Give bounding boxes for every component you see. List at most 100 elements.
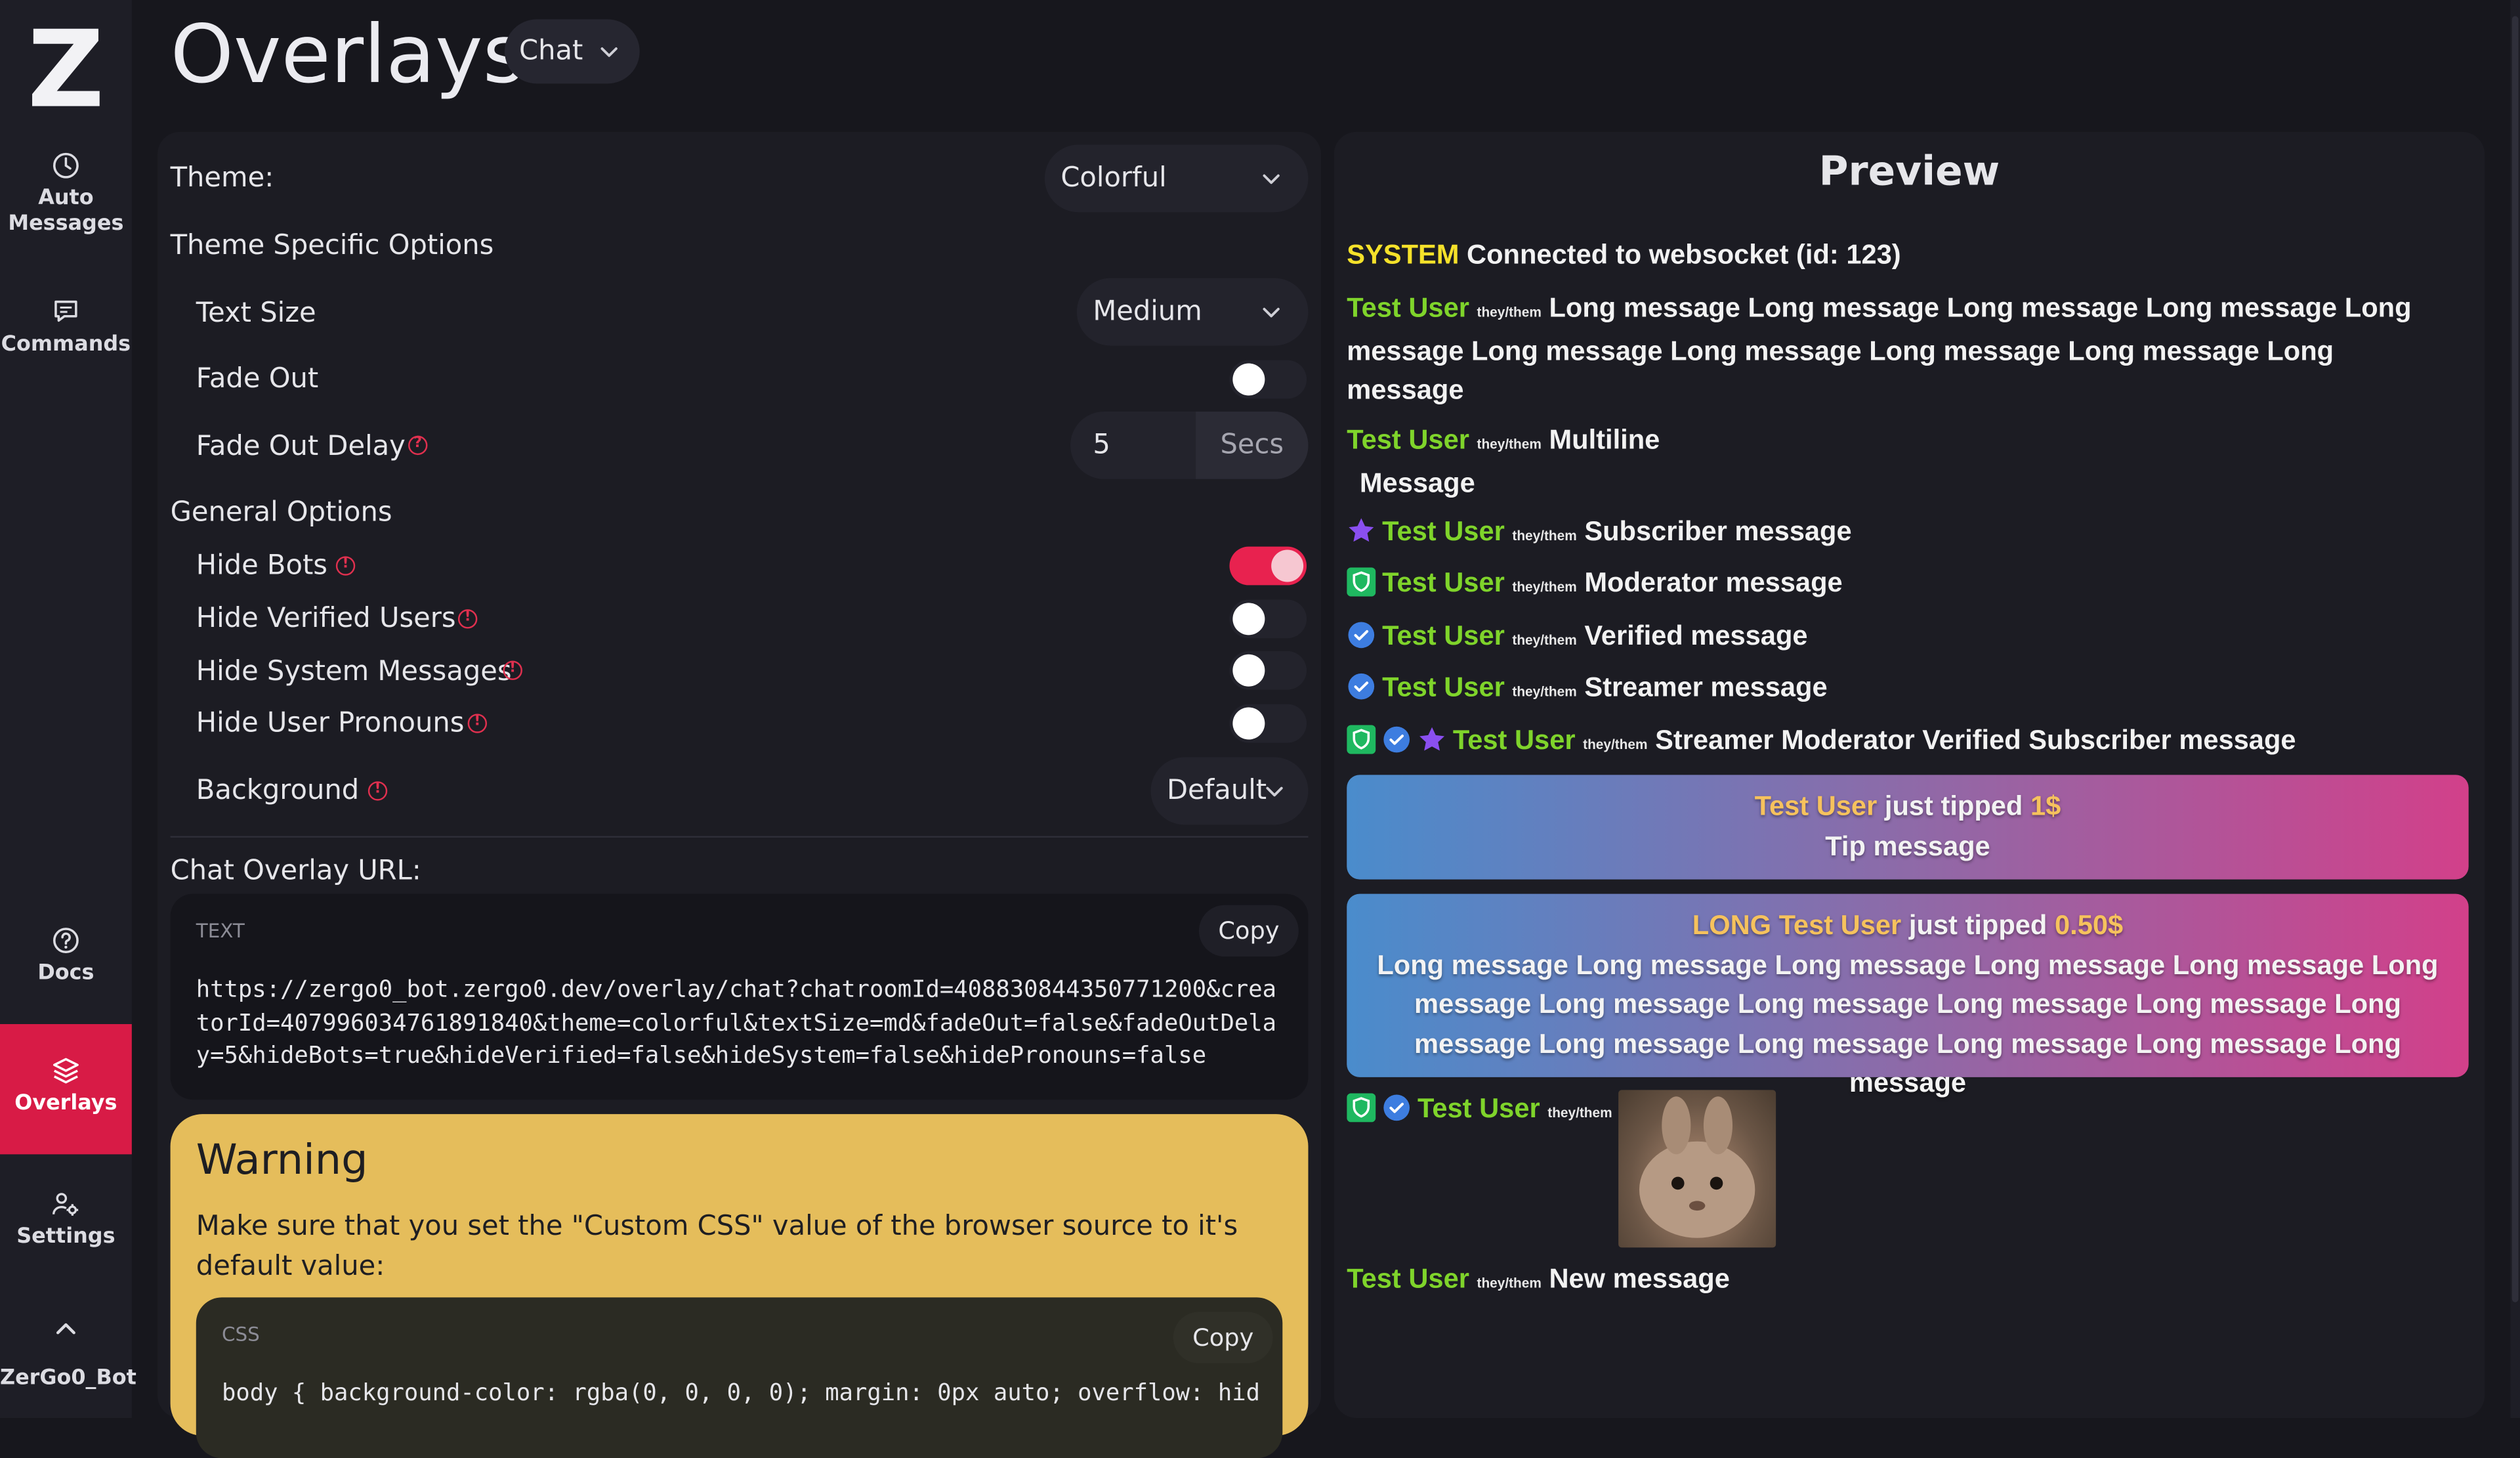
info-icon[interactable]: !	[503, 660, 522, 680]
verified-check-icon	[1348, 622, 1375, 649]
sidebar-item-auto-messages[interactable]: Auto Messages	[0, 151, 132, 238]
message-text: Subscriber message	[1584, 516, 1852, 547]
tip-text: Long message Long message Long message L…	[1377, 949, 2439, 1098]
subscriber-star-icon	[1349, 518, 1374, 542]
overlay-type-select[interactable]: Chat	[504, 19, 640, 84]
verified-check-icon	[1383, 726, 1410, 753]
chevron-down-icon	[1263, 307, 1280, 318]
pronouns: they/them	[1512, 578, 1577, 595]
verified-check-icon	[1348, 673, 1375, 700]
theme-select[interactable]: Colorful	[1044, 144, 1309, 213]
overlay-url-text[interactable]: https://zergo0_bot.zergo0.dev/overlay/ch…	[196, 974, 1289, 1073]
chevron-down-icon	[1266, 786, 1283, 797]
preview-panel: Preview SYSTEM Connected to websocket (i…	[1334, 131, 2485, 1419]
app-root: Z Auto Messages Commands Docs Overlays S…	[0, 0, 2520, 1458]
fade-out-delay-input[interactable]: 5	[1093, 412, 1110, 479]
chevron-up-icon	[56, 1323, 75, 1335]
pronouns: they/them	[1583, 736, 1648, 753]
copy-url-button[interactable]: Copy	[1198, 905, 1299, 957]
hide-pronouns-toggle[interactable]	[1229, 704, 1307, 743]
fade-out-toggle[interactable]	[1229, 360, 1307, 399]
copy-css-button[interactable]: Copy	[1173, 1312, 1273, 1363]
code-language-tag: TEXT	[196, 919, 245, 943]
username: Test User	[1382, 620, 1505, 651]
overlay-url-box: TEXT Copy https://zergo0_bot.zergo0.dev/…	[170, 893, 1309, 1100]
sidebar-item-commands[interactable]: Commands	[0, 297, 132, 358]
page-title: Overlays	[170, 8, 525, 102]
user-menu-toggle[interactable]	[0, 1315, 132, 1347]
sidebar-item-settings[interactable]: Settings	[0, 1190, 132, 1251]
chevron-down-icon	[1263, 174, 1280, 184]
subscriber-star-icon	[1419, 727, 1445, 751]
sidebar-item-overlays[interactable]: Overlays	[0, 1024, 132, 1155]
pronouns: they/them	[1512, 632, 1577, 648]
theme-value: Colorful	[1060, 162, 1167, 195]
username: Test User	[1452, 725, 1576, 756]
sidebar-item-docs[interactable]: Docs	[0, 926, 132, 987]
fade-out-delay-group: 5 Secs	[1070, 411, 1309, 479]
username: Test User	[1382, 567, 1505, 599]
chat-message-subscriber: Test User they/them Subscriber message	[1347, 513, 1852, 555]
message-text: Message	[1359, 467, 1475, 498]
sidebar-item-label: Commands	[1, 332, 131, 357]
css-code-text[interactable]: body { background-color: rgba(0, 0, 0, 0…	[222, 1381, 1260, 1407]
hide-verified-label: Hide Verified Users	[196, 603, 456, 635]
tip-amount: 1$	[2030, 790, 2061, 822]
message-text: Multiline	[1549, 424, 1660, 456]
info-icon[interactable]: ?	[408, 435, 428, 456]
pronouns: they/them	[1477, 435, 1542, 452]
username: Test User	[1347, 1263, 1469, 1295]
info-icon[interactable]: !	[368, 781, 388, 801]
preview-title: Preview	[1818, 148, 2000, 195]
code-language-tag: CSS	[221, 1323, 260, 1346]
username: Test User	[1382, 672, 1505, 703]
pronouns: they/them	[1512, 527, 1577, 544]
message-text: Connected to websocket (id: 123)	[1467, 239, 1901, 270]
toggle-knob	[1232, 603, 1265, 635]
tip-username: LONG Test User	[1692, 910, 1902, 941]
moderator-shield-icon	[1347, 567, 1376, 597]
fade-out-label: Fade Out	[196, 363, 319, 396]
warning-text: Make sure that you set the "Custom CSS" …	[196, 1211, 1238, 1283]
system-name: SYSTEM	[1347, 239, 1460, 270]
page-scrollbar-thumb[interactable]	[2511, 16, 2519, 1302]
sidebar-username[interactable]: ZerGo0_Bot	[0, 1367, 136, 1392]
hide-system-label: Hide System Messages	[196, 656, 512, 689]
username: Test User	[1382, 516, 1505, 547]
chat-message-multiline: Test User they/them Multiline Message	[1347, 421, 1660, 504]
hide-system-toggle[interactable]	[1229, 651, 1307, 690]
tip-username: Test User	[1754, 790, 1878, 822]
background-label: Background	[196, 775, 360, 807]
fade-out-delay-label: Fade Out Delay	[196, 431, 406, 463]
clock-icon	[53, 152, 79, 179]
question-circle-icon	[53, 928, 79, 954]
hide-bots-toggle[interactable]	[1229, 546, 1307, 586]
info-icon[interactable]: !	[457, 609, 478, 629]
pronouns: they/them	[1477, 1275, 1542, 1291]
username: Test User	[1347, 424, 1469, 456]
text-size-select[interactable]: Medium	[1076, 278, 1309, 346]
info-icon[interactable]: !	[335, 556, 356, 576]
chat-message-combo: Test User they/them Streamer Moderator V…	[1347, 722, 2296, 765]
toggle-knob	[1232, 654, 1265, 687]
hide-bots-label: Hide Bots	[196, 549, 327, 582]
text-size-value: Medium	[1093, 295, 1202, 328]
message-text: Streamer message	[1584, 672, 1828, 703]
app-logo[interactable]: Z	[0, 7, 132, 135]
message-text: Verified message	[1584, 620, 1808, 651]
theme-label: Theme:	[170, 162, 274, 195]
hide-pronouns-label: Hide User Pronouns	[196, 707, 465, 740]
chat-message-emote: Test User they/them	[1347, 1090, 1612, 1132]
tip-message-2: LONG Test User just tipped 0.50$ Long me…	[1347, 893, 2469, 1098]
warning-title: Warning	[196, 1136, 368, 1185]
chevron-down-icon	[600, 47, 618, 57]
hide-verified-toggle[interactable]	[1229, 599, 1307, 639]
pronouns: they/them	[1512, 683, 1577, 700]
theme-specific-heading: Theme Specific Options	[170, 230, 494, 263]
background-select[interactable]: Default	[1150, 757, 1309, 825]
divider	[170, 836, 1309, 838]
info-icon[interactable]: !	[467, 714, 488, 733]
overlay-type-value: Chat	[519, 35, 583, 68]
message-text: New message	[1549, 1263, 1730, 1295]
css-code-box: CSS Copy body { background-color: rgba(0…	[196, 1297, 1283, 1458]
